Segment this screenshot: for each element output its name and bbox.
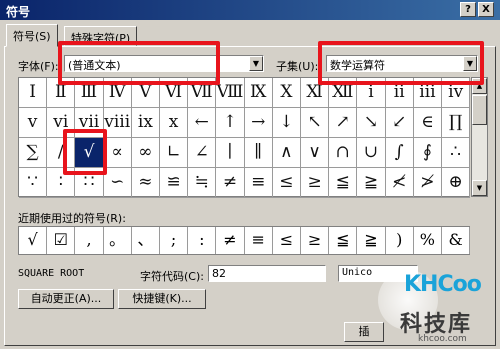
symbol-cell[interactable]: ∟ xyxy=(160,138,189,168)
symbol-cell[interactable]: ≈ xyxy=(131,168,160,198)
symbol-cell[interactable]: ∈ xyxy=(413,108,442,138)
symbol-cell[interactable]: ∩ xyxy=(329,138,358,168)
recent-symbol-cell[interactable]: ☑ xyxy=(47,227,76,254)
recent-symbols-list: √ ☑,。、;: ≠ ≡ ≤ ≥ ≦ ≧)% & xyxy=(18,226,471,255)
symbol-cell[interactable]: Ⅰ xyxy=(19,78,48,108)
symbol-cell[interactable]: ∧ xyxy=(272,138,301,168)
symbol-cell[interactable]: ≤ xyxy=(272,168,301,198)
symbol-cell[interactable]: ⊕ xyxy=(442,168,471,198)
character-name: SQUARE ROOT xyxy=(18,268,85,279)
watermark: KHCoo 科技库 khcoo.com xyxy=(378,266,500,349)
symbol-cell[interactable]: ∫ xyxy=(385,138,414,168)
recent-symbol-cell[interactable]: ≦ xyxy=(329,227,358,254)
recent-symbol-cell[interactable]: ; xyxy=(160,227,189,254)
recent-symbol-cell[interactable]: ) xyxy=(386,227,414,254)
symbol-cell[interactable]: ≥ xyxy=(301,168,330,198)
symbol-highlight-box xyxy=(63,129,107,175)
recent-symbol-cell[interactable]: ≤ xyxy=(273,227,301,254)
symbol-cell[interactable]: ∞ xyxy=(131,138,160,168)
symbol-cell[interactable]: ∝ xyxy=(103,138,132,168)
help-button[interactable]: ? xyxy=(460,2,476,17)
close-button[interactable]: X xyxy=(478,2,494,17)
recent-symbol-cell[interactable]: ≥ xyxy=(301,227,330,254)
symbol-cell[interactable]: ∨ xyxy=(301,138,330,168)
shortcut-key-button[interactable]: 快捷键(K)... xyxy=(118,289,206,309)
symbol-cell[interactable]: → xyxy=(244,108,273,138)
symbol-cell[interactable]: ∪ xyxy=(357,138,386,168)
chevron-down-icon[interactable]: ▼ xyxy=(249,56,263,71)
symbol-cell[interactable]: ∴ xyxy=(442,138,471,168)
symbol-cell[interactable]: ↗ xyxy=(329,108,358,138)
scroll-down-icon[interactable]: ▼ xyxy=(472,180,487,196)
recent-symbol-cell[interactable]: √ xyxy=(19,227,48,254)
recent-symbol-cell[interactable]: 。 xyxy=(104,227,132,254)
symbol-cell[interactable]: ∥ xyxy=(244,138,273,168)
symbol-cell[interactable]: ↖ xyxy=(301,108,330,138)
recent-symbol-cell[interactable]: ≧ xyxy=(357,227,386,254)
symbol-cell[interactable]: ∏ xyxy=(442,108,471,138)
scroll-thumb[interactable] xyxy=(472,95,487,125)
symbol-cell[interactable]: ↓ xyxy=(272,108,301,138)
symbol-cell[interactable]: ∑ xyxy=(19,138,48,168)
watermark-url: khcoo.com xyxy=(418,334,467,344)
symbol-cell[interactable]: Ⅹ xyxy=(272,78,301,108)
symbol-cell[interactable]: ≒ xyxy=(188,168,217,198)
symbol-cell[interactable]: ← xyxy=(188,108,217,138)
recent-symbol-cell[interactable]: 、 xyxy=(132,227,160,254)
symbol-cell[interactable]: ∣ xyxy=(216,138,245,168)
symbol-cell[interactable]: ⅷ xyxy=(103,108,132,138)
symbol-cell[interactable]: ⅸ xyxy=(131,108,160,138)
symbol-cell[interactable]: ∽ xyxy=(103,168,132,198)
subset-highlight-box xyxy=(318,41,484,85)
symbol-scrollbar[interactable]: ▲ ▼ xyxy=(471,77,488,197)
symbol-cell[interactable]: ∵ xyxy=(19,168,48,198)
symbol-cell[interactable]: ≌ xyxy=(160,168,189,198)
subset-label: 子集(U): xyxy=(276,60,319,73)
symbol-cell[interactable]: ⅴ xyxy=(19,108,48,138)
recent-symbol-cell[interactable]: % xyxy=(414,227,442,254)
watermark-logo: KHCoo xyxy=(404,272,482,297)
symbol-cell[interactable]: ≧ xyxy=(357,168,386,198)
recent-symbols-label: 近期使用过的符号(R): xyxy=(18,212,126,225)
tab-symbols[interactable]: 符号(S) xyxy=(6,24,58,47)
recent-symbol-cell[interactable]: , xyxy=(75,227,104,254)
symbol-cell[interactable]: ≮ xyxy=(385,168,414,198)
font-label: 字体(F): xyxy=(18,60,59,73)
font-highlight-box xyxy=(58,41,220,85)
symbol-cell[interactable]: ↙ xyxy=(385,108,414,138)
recent-symbol-cell[interactable]: & xyxy=(442,227,471,254)
symbol-cell[interactable]: ⅹ xyxy=(160,108,189,138)
char-code-label: 字符代码(C): xyxy=(140,270,204,283)
symbol-cell[interactable]: ↑ xyxy=(216,108,245,138)
symbol-cell[interactable]: ∮ xyxy=(413,138,442,168)
symbol-cell[interactable]: Ⅷ xyxy=(216,78,245,108)
symbol-cell[interactable]: Ⅸ xyxy=(244,78,273,108)
symbol-cell[interactable]: ≡ xyxy=(244,168,273,198)
symbol-cell[interactable]: ≠ xyxy=(216,168,245,198)
window-title: 符号 xyxy=(6,5,31,19)
symbol-cell[interactable]: ∠ xyxy=(188,138,217,168)
recent-symbol-cell[interactable]: : xyxy=(188,227,217,254)
symbol-cell[interactable]: ↘ xyxy=(357,108,386,138)
title-bar: 符号 xyxy=(0,0,500,20)
symbol-cell[interactable]: ≦ xyxy=(329,168,358,198)
recent-symbol-cell[interactable]: ≡ xyxy=(245,227,273,254)
char-code-input[interactable]: 82 xyxy=(208,265,326,282)
symbol-cell[interactable]: ≯ xyxy=(413,168,442,198)
autocorrect-button[interactable]: 自动更正(A)... xyxy=(18,289,114,309)
recent-symbol-cell[interactable]: ≠ xyxy=(216,227,245,254)
